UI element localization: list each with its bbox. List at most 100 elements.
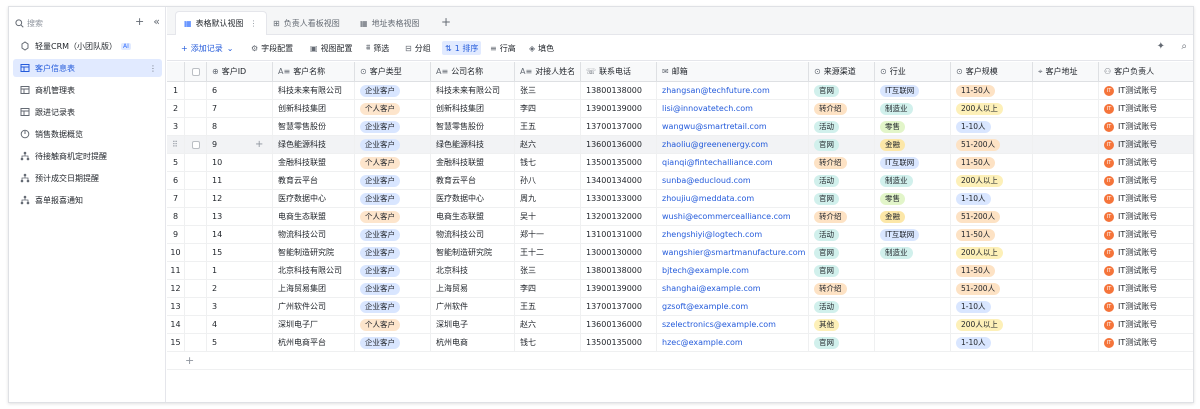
cell-value[interactable]: lisi@innovatetech.com: [662, 104, 753, 113]
table-row[interactable]: 2 7 创新科技集团 个人客户 创新科技集团 李四 13900139000 lisi@inno…: [167, 100, 1193, 118]
table-row[interactable]: 15 5 杭州电商平台 企业客户 杭州电商 钱七 13500135000 hzec@examp…: [167, 334, 1193, 352]
row-height-button[interactable]: ≡ 行高: [490, 41, 516, 55]
table-row[interactable]: 9 14 物流科技公司 企业客户 物流科技公司 郑十一 13100131000 zhengsh…: [167, 226, 1193, 244]
cell-owner: IT IT测试账号: [1099, 316, 1193, 333]
sparkle-icon[interactable]: ✦: [1157, 41, 1165, 52]
cell-value[interactable]: wangshier@smartmanufacture.com: [662, 248, 805, 257]
add-view-icon[interactable]: +: [441, 15, 451, 29]
cell-value[interactable]: hzec@example.com: [662, 338, 743, 347]
table-row[interactable]: 8 13 电商生态联盟 个人客户 电商生态联盟 吴十 13200132000 wushi@ec…: [167, 208, 1193, 226]
table-row[interactable]: 11 1 北京科技有限公司 企业客户 北京科技 张三 13800138000 bjtech@e…: [167, 262, 1193, 280]
cell-chk[interactable]: [185, 262, 207, 279]
column-header-customer-name[interactable]: A≡ 客户名称: [273, 62, 355, 81]
column-header-phone[interactable]: ☏ 联系电话: [581, 62, 657, 81]
table-row[interactable]: 3 8 智慧零售股份 企业客户 智慧零售股份 王五 13700137000 wangwu@sm…: [167, 118, 1193, 136]
cell-value[interactable]: wangwu@smartretail.com: [662, 122, 767, 131]
more-icon[interactable]: ⋮: [250, 19, 258, 28]
cell-value[interactable]: shanghai@example.com: [662, 284, 761, 293]
cell-value[interactable]: zhengshiyi@logtech.com: [662, 230, 762, 239]
table-row[interactable]: 12 2 上海贸易集团 企业客户 上海贸易 李四 13900139000 shanghai@e…: [167, 280, 1193, 298]
collapse-sidebar-icon[interactable]: «: [153, 15, 160, 29]
cell-chk[interactable]: [185, 226, 207, 243]
column-header-source[interactable]: ⊙ 来源渠道: [809, 62, 875, 81]
sidebar-item-opportunities[interactable]: 商机管理表: [13, 81, 162, 99]
sidebar-item-followups[interactable]: 跟进记录表: [13, 103, 162, 121]
sidebar-item-customer-info[interactable]: 客户信息表 ⋮: [13, 59, 162, 77]
search-icon[interactable]: ⌕: [1181, 41, 1187, 52]
table-row[interactable]: 5 10 金融科技联盟 个人客户 金融科技联盟 钱七 13500135000 qianqi@f…: [167, 154, 1193, 172]
row-index-header[interactable]: [167, 62, 185, 81]
sidebar-item-sales-overview[interactable]: 销售数据概览: [13, 125, 162, 143]
sidebar-item-win-notice[interactable]: 喜单报喜通知: [13, 191, 162, 209]
cell-value[interactable]: wushi@ecommercealliance.com: [662, 212, 791, 221]
cell-chk[interactable]: [185, 172, 207, 189]
column-header-address[interactable]: ⌖ 客户地址: [1033, 62, 1099, 81]
more-icon[interactable]: ⋮: [149, 64, 157, 73]
cell-chk[interactable]: [185, 334, 207, 351]
cell-chk[interactable]: [185, 208, 207, 225]
table-row[interactable]: 1 6 科技未来有限公司 企业客户 科技未来有限公司 张三 13800138000 zhang…: [167, 82, 1193, 100]
cell-value[interactable]: zhoujiu@meddata.com: [662, 194, 754, 203]
column-header-industry[interactable]: ⊙ 行业: [875, 62, 951, 81]
cell-chk[interactable]: [185, 100, 207, 117]
table-row[interactable]: 13 3 广州软件公司 企业客户 广州软件 王五 13700137000 gzsoft@exa…: [167, 298, 1193, 316]
cell-type: 企业客户: [355, 82, 431, 99]
cell-chk[interactable]: [185, 136, 207, 153]
search-input[interactable]: 搜索: [27, 18, 43, 29]
cell-chk[interactable]: [185, 118, 207, 135]
column-header-email[interactable]: ✉ 邮箱: [657, 62, 809, 81]
cell-chk[interactable]: [185, 316, 207, 333]
cell-value[interactable]: gzsoft@example.com: [662, 302, 748, 311]
tab-owner-kanban[interactable]: ⊞ 负责人看板视图: [265, 11, 348, 35]
cell-value[interactable]: qianqi@fintechalliance.com: [662, 158, 773, 167]
table-row[interactable]: 10 15 智能制造研究院 企业客户 智能制造研究院 王十二 13000130000 wang…: [167, 244, 1193, 262]
cell-chk[interactable]: [185, 154, 207, 171]
cell-industry: IT互联网: [875, 154, 951, 171]
table-row[interactable]: 14 4 深圳电子厂 个人客户 深圳电子 赵六 13600136000 szelectroni…: [167, 316, 1193, 334]
table-row[interactable]: 7 12 医疗数据中心 企业客户 医疗数据中心 周九 13300133000 zhoujiu@…: [167, 190, 1193, 208]
column-header-customer-id[interactable]: ⊕ 客户ID: [207, 62, 273, 81]
drag-handle-icon[interactable]: ⠿: [172, 140, 178, 149]
checkbox[interactable]: [191, 67, 200, 76]
add-icon[interactable]: +: [135, 15, 144, 29]
cell-chk[interactable]: [185, 298, 207, 315]
cell-chk[interactable]: [185, 280, 207, 297]
sidebar-item-crm[interactable]: 轻量CRM（小团队版） AI: [13, 37, 162, 55]
group-button[interactable]: ⊟ 分组: [405, 41, 431, 55]
expand-row-icon[interactable]: +: [255, 139, 263, 150]
sidebar-search[interactable]: 搜索 + «: [15, 15, 160, 31]
cell-chk[interactable]: [185, 244, 207, 261]
view-config-button[interactable]: ▣ 视图配置: [310, 41, 353, 55]
tab-default-grid[interactable]: ▦ 表格默认视图 ⋮: [175, 11, 267, 35]
chevron-down-icon[interactable]: ⌄: [227, 44, 234, 53]
column-header-company[interactable]: A≡ 公司名称: [431, 62, 515, 81]
avatar: IT: [1104, 85, 1114, 96]
cell-value[interactable]: zhaoliu@greenenergy.com: [662, 140, 768, 149]
table-row[interactable]: 6 11 教育云平台 企业客户 教育云平台 孙八 13400134000 sunba@educ…: [167, 172, 1193, 190]
table-row[interactable]: ⠿ 9 绿色能源科技 企业客户 绿色能源科技 赵六 13600136000 zhaoliu@g…: [167, 136, 1193, 154]
cell-value[interactable]: zhangsan@techfuture.com: [662, 86, 770, 95]
column-header-owner[interactable]: ⚇ 客户负责人: [1099, 62, 1193, 81]
add-record-button[interactable]: + 添加记录 ⌄: [181, 41, 233, 55]
cell-phone: 13500135000: [581, 154, 657, 171]
owner-name: IT测试账号: [1118, 338, 1158, 347]
sidebar-item-opportunity-reminder[interactable]: 待接触商机定时提醒: [13, 147, 162, 165]
cell-value[interactable]: bjtech@example.com: [662, 266, 749, 275]
row-checkbox[interactable]: [191, 140, 200, 149]
filter-button[interactable]: ⩩ 筛选: [366, 41, 389, 55]
cell-value[interactable]: szelectronics@example.com: [662, 320, 776, 329]
column-header-scale[interactable]: ⊙ 客户规模: [951, 62, 1033, 81]
cell-type: 企业客户: [355, 226, 431, 243]
select-all-checkbox[interactable]: [185, 62, 207, 81]
sidebar-item-close-date-reminder[interactable]: 预计成交日期提醒: [13, 169, 162, 187]
add-row-button[interactable]: +: [167, 352, 1193, 370]
column-header-customer-type[interactable]: ⊙ 客户类型: [355, 62, 431, 81]
sort-button[interactable]: ⇅ 1 排序: [442, 41, 482, 55]
tab-address-grid[interactable]: ▦ 地址表格视图: [352, 11, 428, 35]
field-config-button[interactable]: ⚙ 字段配置: [251, 41, 293, 55]
cell-chk[interactable]: [185, 190, 207, 207]
column-header-contact[interactable]: A≡ 对接人姓名: [515, 62, 581, 81]
cell-value[interactable]: sunba@educloud.com: [662, 176, 751, 185]
cell-chk[interactable]: [185, 82, 207, 99]
fill-color-button[interactable]: ◈ 填色: [529, 41, 554, 55]
